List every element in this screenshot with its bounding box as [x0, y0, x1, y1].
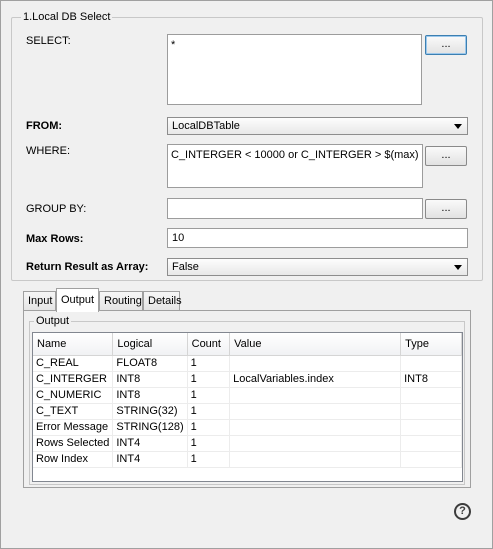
cell-value — [229, 451, 402, 468]
cell-type — [400, 403, 462, 420]
cell-logical: INT8 — [112, 371, 188, 388]
column-header-logical[interactable]: Logical — [112, 333, 188, 356]
table-row[interactable]: Rows Selected INT4 1 — [33, 435, 462, 452]
group-by-input[interactable] — [167, 198, 423, 219]
question-icon[interactable]: ? — [454, 503, 471, 520]
where-label: WHERE: — [26, 145, 70, 157]
column-header-name[interactable]: Name — [33, 333, 114, 356]
table-row[interactable]: C_TEXT STRING(32) 1 — [33, 403, 462, 420]
cell-count: 1 — [187, 355, 231, 372]
cell-name: C_NUMERIC — [33, 387, 114, 404]
select-label: SELECT: — [26, 35, 71, 47]
where-textarea[interactable]: C_INTERGER < 10000 or C_INTERGER > $(max… — [167, 144, 423, 188]
cell-logical: FLOAT8 — [112, 355, 188, 372]
cell-logical: INT4 — [112, 435, 188, 452]
cell-value — [229, 355, 402, 372]
chevron-down-icon — [454, 265, 462, 270]
cell-count: 1 — [187, 451, 231, 468]
column-header-value[interactable]: Value — [229, 333, 402, 356]
cell-count: 1 — [187, 387, 231, 404]
cell-name: C_REAL — [33, 355, 114, 372]
return-array-dropdown[interactable]: False — [167, 258, 468, 276]
table-row[interactable]: Error Message STRING(128) 1 — [33, 419, 462, 436]
cell-type — [400, 387, 462, 404]
output-group-title: Output — [34, 315, 72, 327]
chevron-down-icon — [454, 124, 462, 129]
cell-logical: INT4 — [112, 451, 188, 468]
cell-count: 1 — [187, 403, 231, 420]
cell-name: C_TEXT — [33, 403, 114, 420]
from-dropdown[interactable]: LocalDBTable — [167, 117, 468, 135]
cell-value — [229, 419, 402, 436]
cell-name: C_INTERGER — [33, 371, 114, 388]
cell-type — [400, 451, 462, 468]
cell-type — [400, 419, 462, 436]
from-dropdown-value: LocalDBTable — [172, 120, 240, 132]
cell-name: Row Index — [33, 451, 114, 468]
tab-output[interactable]: Output — [56, 288, 99, 312]
cell-count: 1 — [187, 435, 231, 452]
cell-count: 1 — [187, 419, 231, 436]
table-row[interactable]: C_REAL FLOAT8 1 — [33, 355, 462, 372]
group-by-label: GROUP BY: — [26, 203, 87, 215]
cell-logical: STRING(32) — [112, 403, 188, 420]
cell-logical: STRING(128) — [112, 419, 188, 436]
cell-type — [400, 355, 462, 372]
cell-logical: INT8 — [112, 387, 188, 404]
output-tab-panel: Output Name Logical Count Value Type C_R… — [23, 310, 471, 488]
cell-type: INT8 — [400, 371, 462, 388]
column-header-type[interactable]: Type — [400, 333, 462, 356]
where-browse-button[interactable]: ... — [425, 146, 467, 166]
tab-input[interactable]: Input — [23, 291, 56, 311]
output-table[interactable]: Name Logical Count Value Type C_REAL FLO… — [32, 332, 463, 482]
table-header-row: Name Logical Count Value Type — [33, 333, 462, 356]
max-rows-label: Max Rows: — [26, 233, 84, 245]
cell-count: 1 — [187, 371, 231, 388]
tab-routing[interactable]: Routing — [99, 291, 143, 311]
cell-name: Error Message — [33, 419, 114, 436]
cell-value — [229, 387, 402, 404]
tab-details[interactable]: Details — [143, 291, 182, 311]
from-label: FROM: — [26, 120, 63, 132]
group-title: 1.Local DB Select — [21, 11, 113, 23]
table-row[interactable]: C_NUMERIC INT8 1 — [33, 387, 462, 404]
return-array-value: False — [172, 261, 199, 273]
cell-name: Rows Selected — [33, 435, 114, 452]
dialog-window: 1.Local DB Select SELECT: * ... FROM: Lo… — [0, 0, 493, 549]
column-header-count[interactable]: Count — [187, 333, 231, 356]
table-row[interactable]: Row Index INT4 1 — [33, 451, 462, 468]
table-row[interactable]: C_INTERGER INT8 1 LocalVariables.index I… — [33, 371, 462, 388]
select-browse-button[interactable]: ... — [425, 35, 467, 55]
cell-type — [400, 435, 462, 452]
return-array-label: Return Result as Array: — [26, 261, 149, 273]
group-by-browse-button[interactable]: ... — [425, 199, 467, 219]
max-rows-input[interactable]: 10 — [167, 228, 468, 248]
cell-value — [229, 403, 402, 420]
cell-value: LocalVariables.index — [229, 371, 402, 388]
select-textarea[interactable]: * — [167, 34, 422, 105]
cell-value — [229, 435, 402, 452]
